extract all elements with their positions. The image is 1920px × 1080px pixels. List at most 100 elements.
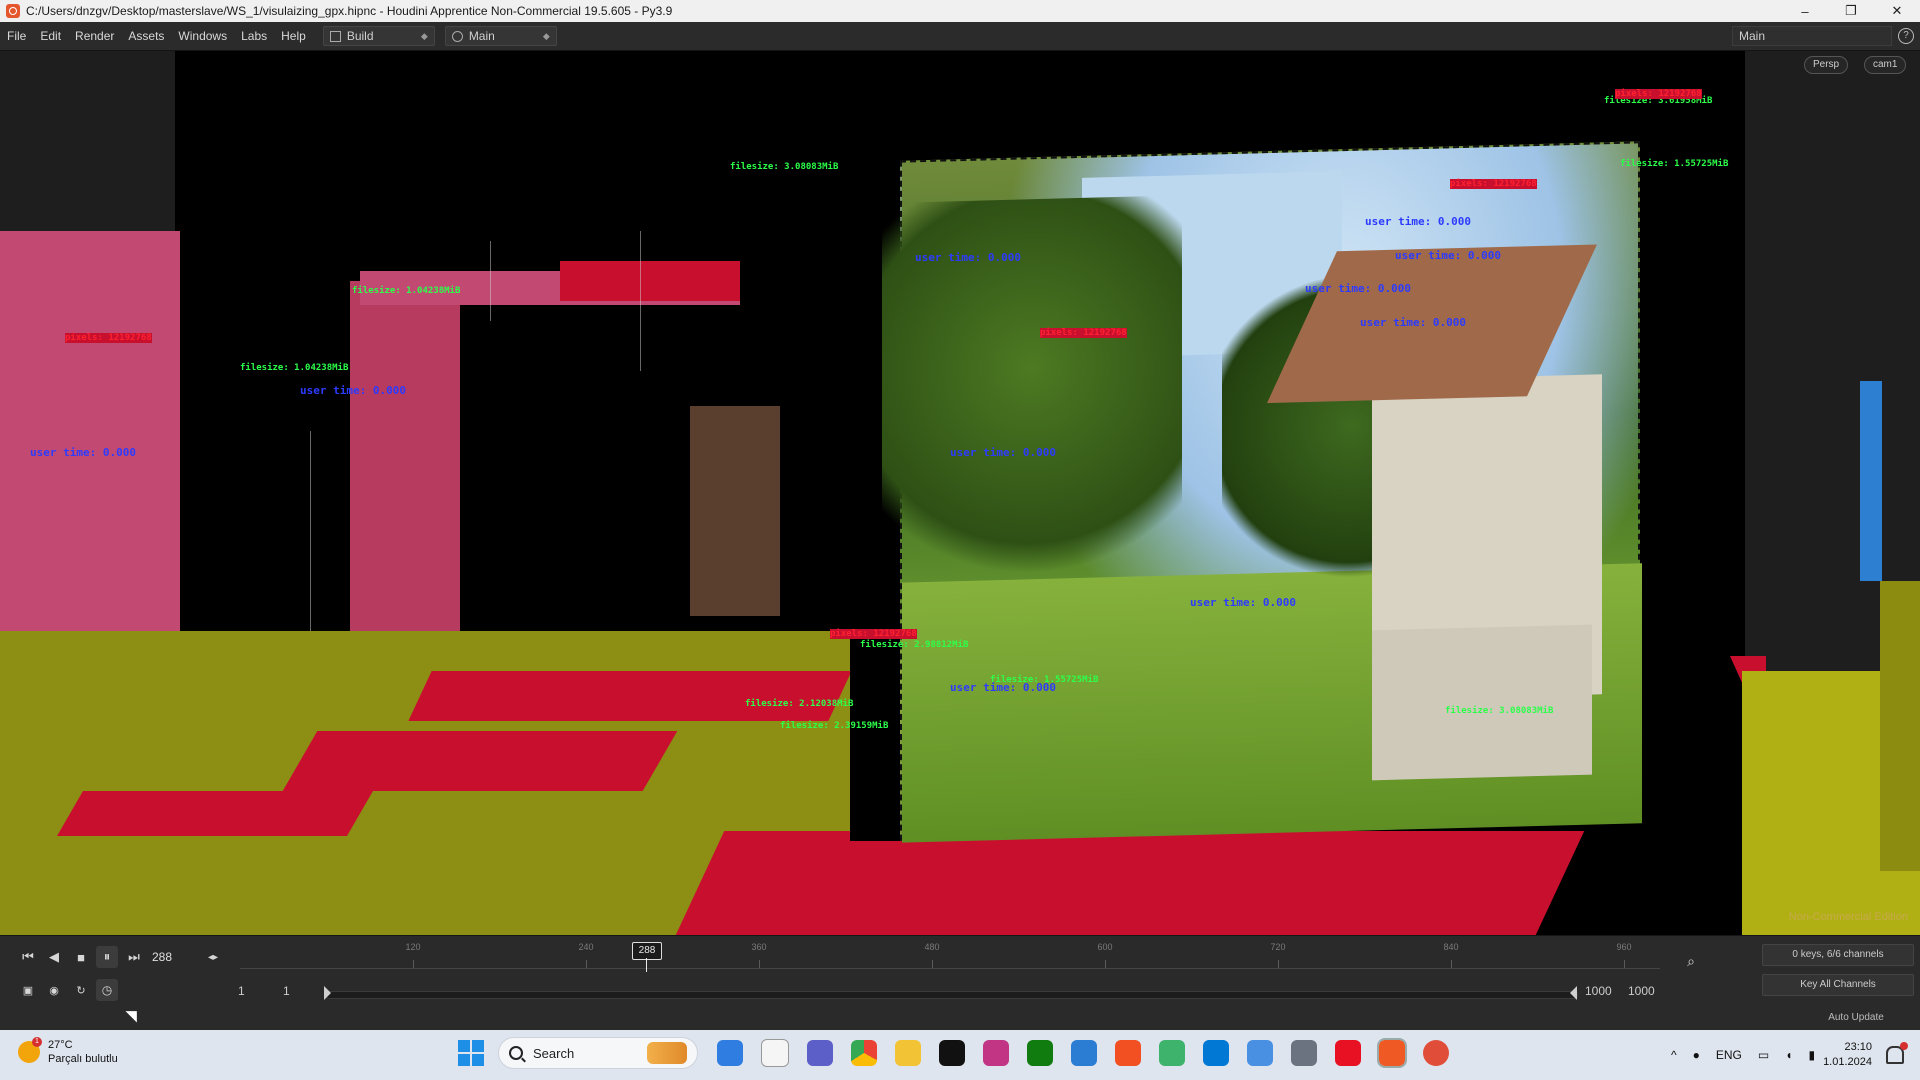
tick-label: 960 <box>1616 942 1632 952</box>
key-search-icon[interactable]: ⌕ <box>1680 950 1702 972</box>
widgets-app-icon[interactable] <box>717 1040 743 1066</box>
unity-app-icon[interactable] <box>939 1040 965 1066</box>
context-select[interactable]: Main ◆ <box>444 26 557 46</box>
search-icon <box>509 1046 523 1060</box>
camera-view-button[interactable]: Persp <box>1804 56 1849 74</box>
start-button[interactable] <box>458 1040 484 1066</box>
desktop-select-value: Build <box>346 29 374 43</box>
step-back-button[interactable]: ◀ <box>43 946 65 968</box>
blender-app-icon[interactable] <box>1115 1040 1141 1066</box>
jump-to-end-button[interactable]: ⏭ <box>123 946 145 968</box>
scene-viewport[interactable]: user time: 0.000 user time: 0.000 user t… <box>0 51 1920 935</box>
help-icon[interactable]: ? <box>1898 28 1914 44</box>
overlay-user-time: user time: 0.000 <box>30 446 136 459</box>
auto-update-button[interactable]: Auto Update <box>1800 1009 1912 1027</box>
chrome-app-icon[interactable] <box>851 1040 877 1066</box>
notepad-app-icon[interactable] <box>1071 1040 1097 1066</box>
overlay-user-time: user time: 0.000 <box>915 251 1021 264</box>
menu-help[interactable]: Help <box>274 22 313 50</box>
range-start-field[interactable]: 1 <box>238 984 245 998</box>
microphone-icon[interactable]: ● <box>1693 1048 1700 1062</box>
menu-windows[interactable]: Windows <box>171 22 234 50</box>
overlay-filesize: filesize: 2.12038MiB <box>745 699 854 709</box>
tick-mark <box>1278 960 1279 968</box>
keys-info: 0 keys, 6/6 channels <box>1762 944 1914 966</box>
clock[interactable]: 23:10 1.01.2024 <box>1823 1040 1872 1070</box>
acrobat-app-icon[interactable] <box>1335 1040 1361 1066</box>
range-start-field-2[interactable]: 1 <box>283 984 290 998</box>
houdini-launcher-icon[interactable] <box>1423 1040 1449 1066</box>
frame-range-slider[interactable] <box>326 991 1578 999</box>
title-bar: C:/Users/dnzgv/Desktop/masterslave/WS_1/… <box>0 0 1920 22</box>
tick-mark <box>1451 960 1452 968</box>
minimize-button[interactable]: – <box>1782 0 1828 22</box>
clock-time: 23:10 <box>1844 1041 1872 1053</box>
vscode-app-icon[interactable] <box>1203 1040 1229 1066</box>
menu-labs[interactable]: Labs <box>234 22 274 50</box>
range-end-field[interactable]: 1000 <box>1585 984 1612 998</box>
menu-assets[interactable]: Assets <box>121 22 171 50</box>
chevron-up-icon[interactable]: ^ <box>1671 1048 1677 1062</box>
wire-line <box>310 431 311 631</box>
chevron-down-icon: ◆ <box>420 30 428 41</box>
overlay-user-time: user time: 0.000 <box>1360 316 1466 329</box>
realtime-toggle-icon[interactable]: ▣ <box>17 979 39 1001</box>
file-explorer-icon[interactable] <box>895 1040 921 1066</box>
tick-mark <box>413 960 414 968</box>
close-button[interactable]: ✕ <box>1874 0 1920 22</box>
range-end-field-2[interactable]: 1000 <box>1628 984 1655 998</box>
red-plane-bottom <box>675 831 1585 935</box>
tick-label: 480 <box>924 942 940 952</box>
teams-app-icon[interactable] <box>807 1040 833 1066</box>
overlay-pixels: pixels: 12192768 <box>1615 89 1702 99</box>
overlay-filesize: filesize: 1.04238MiB <box>240 363 349 373</box>
task-view-icon[interactable] <box>761 1039 789 1067</box>
prev-key-icon[interactable]: ◂▸ <box>202 946 224 968</box>
menu-edit[interactable]: Edit <box>33 22 68 50</box>
volume-icon[interactable]: ◖ <box>1785 1048 1792 1062</box>
current-frame-field[interactable]: 288 <box>152 948 194 966</box>
overlay-user-time: user time: 0.000 <box>300 384 406 397</box>
overlay-filesize: filesize: 3.08083MiB <box>730 162 839 172</box>
menu-render[interactable]: Render <box>68 22 121 50</box>
main-desktop-select[interactable]: Main <box>1732 26 1892 46</box>
time-cursor[interactable]: 288 <box>632 942 662 960</box>
tick-label: 600 <box>1097 942 1113 952</box>
network-icon[interactable]: ▭ <box>1758 1048 1769 1062</box>
git-app-icon[interactable] <box>1159 1040 1185 1066</box>
timeline[interactable]: 120 240 360 480 600 720 840 960 288 <box>240 938 1660 972</box>
desktop-select[interactable]: Build ◆ <box>322 26 435 46</box>
search-highlight-icon <box>647 1042 687 1064</box>
houdini-taskbar-icon[interactable] <box>1377 1038 1407 1068</box>
overlay-pixels: pixels: 12192768 <box>1040 328 1127 338</box>
range-start-handle[interactable] <box>324 986 331 1000</box>
settings-app-icon[interactable] <box>1291 1040 1317 1066</box>
pause-button[interactable]: ⏸ <box>96 946 118 968</box>
small-photo-plane <box>690 406 780 616</box>
weather-badge: 1 <box>32 1037 42 1047</box>
taskbar-search[interactable]: Search <box>498 1037 698 1069</box>
stop-button[interactable]: ■ <box>70 946 92 968</box>
taskbar-apps: Search <box>458 1037 1458 1069</box>
context-select-value: Main <box>468 29 495 43</box>
battery-icon[interactable]: ▮ <box>1808 1048 1815 1062</box>
audio-icon[interactable]: ◉ <box>43 979 65 1001</box>
clock-icon[interactable]: ◷ <box>96 979 118 1001</box>
jump-to-start-button[interactable]: ⏮ <box>17 946 39 968</box>
loop-icon[interactable]: ↻ <box>70 979 92 1001</box>
range-end-handle[interactable] <box>1570 986 1577 1000</box>
instagram-app-icon[interactable] <box>983 1040 1009 1066</box>
menu-file[interactable]: File <box>0 22 33 50</box>
photos-app-icon[interactable] <box>1247 1040 1273 1066</box>
red-geometry-top <box>560 261 740 301</box>
key-all-channels-button[interactable]: Key All Channels <box>1762 974 1914 996</box>
language-indicator[interactable]: ENG <box>1716 1048 1742 1062</box>
maximize-button[interactable]: ❐ <box>1828 0 1874 22</box>
notification-bell-icon[interactable] <box>1886 1042 1908 1064</box>
xbox-app-icon[interactable] <box>1027 1040 1053 1066</box>
weather-widget[interactable]: 1 27°C Parçalı bulutlu <box>18 1037 118 1066</box>
chevron-down-icon: ◆ <box>542 30 550 41</box>
camera-select-button[interactable]: cam1 <box>1864 56 1907 74</box>
overlay-filesize: filesize: 1.55725MiB <box>990 675 1099 685</box>
wire-line <box>640 231 641 371</box>
